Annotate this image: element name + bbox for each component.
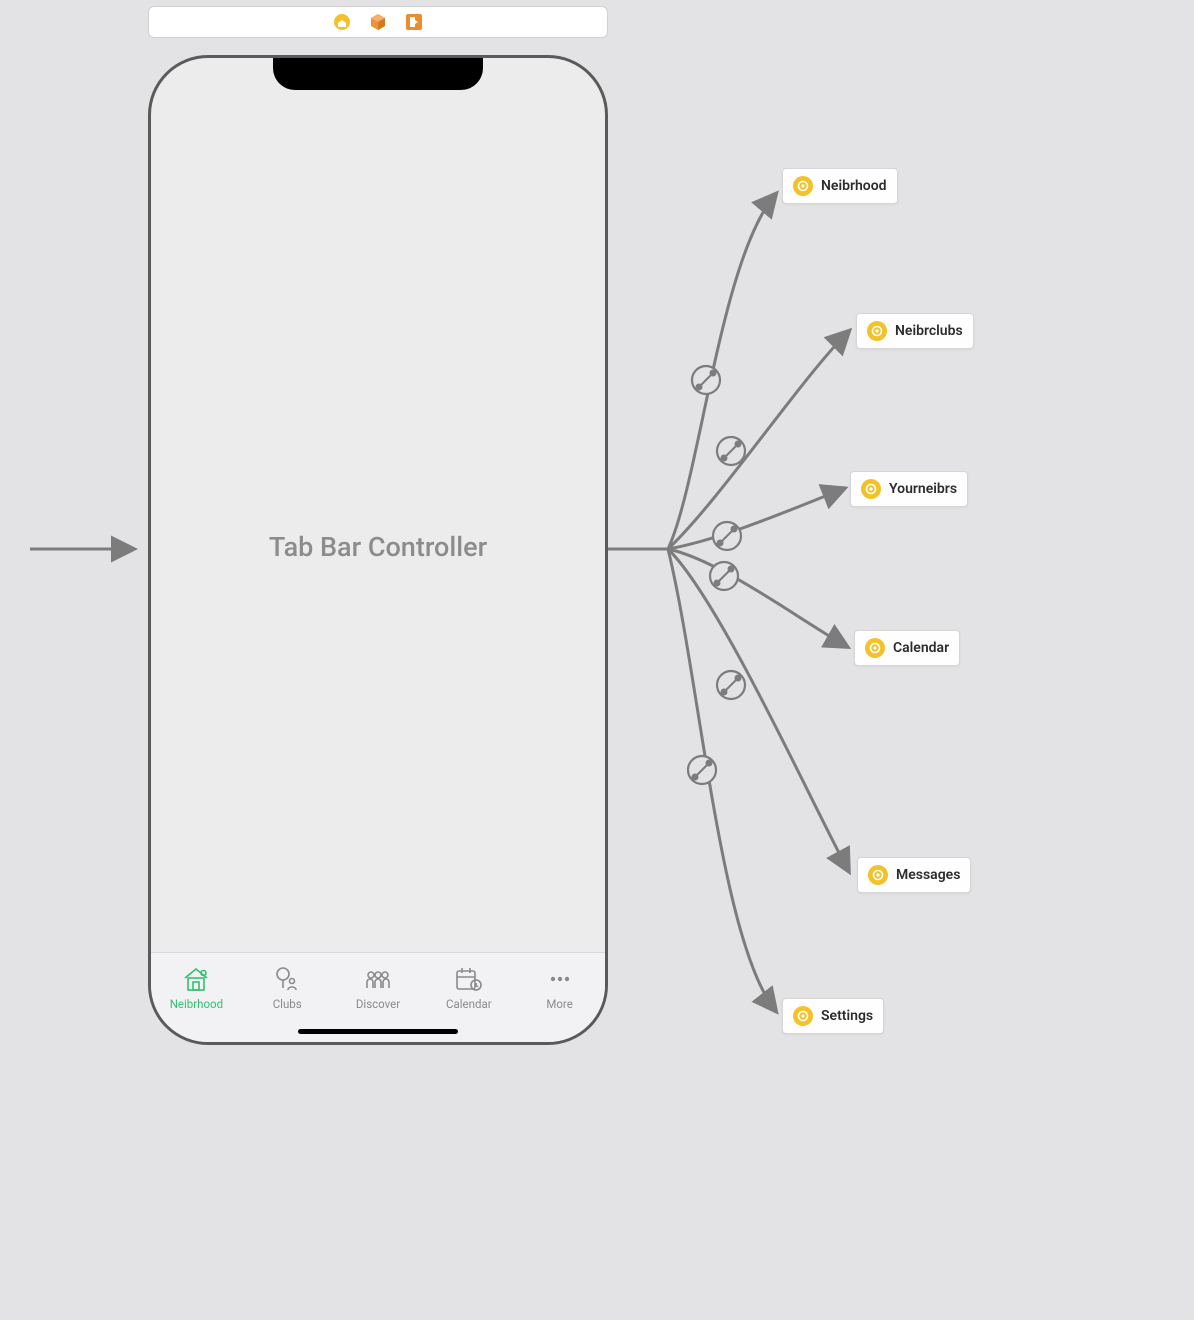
- tab-label: Calendar: [446, 997, 492, 1011]
- home-indicator: [298, 1029, 458, 1034]
- tab-label: Clubs: [273, 997, 302, 1011]
- scene-ref-calendar[interactable]: Calendar: [854, 630, 960, 666]
- scene-toolbar[interactable]: [148, 6, 608, 38]
- tab-discover[interactable]: Discover: [333, 953, 424, 1022]
- calendar-clock-icon: [454, 965, 484, 993]
- scene-ref-neibrhood[interactable]: Neibrhood: [782, 168, 898, 204]
- view-controller-icon: [793, 1006, 813, 1026]
- tab-clubs[interactable]: Clubs: [242, 953, 333, 1022]
- scene-ref-neibrclubs[interactable]: Neibrclubs: [856, 313, 974, 349]
- tree-people-icon: [272, 965, 302, 993]
- scene-ref-settings[interactable]: Settings: [782, 998, 884, 1034]
- tab-more[interactable]: More: [514, 953, 605, 1022]
- scene-ref-messages[interactable]: Messages: [857, 857, 971, 893]
- view-controller-icon: [867, 321, 887, 341]
- scene-ref-label: Messages: [896, 867, 960, 883]
- storyboard-home-icon[interactable]: [332, 12, 352, 32]
- scene-ref-label: Neibrclubs: [895, 323, 963, 339]
- scene-ref-label: Calendar: [893, 640, 949, 656]
- view-controller-icon: [861, 479, 881, 499]
- exit-scene-icon[interactable]: [404, 12, 424, 32]
- tab-label: Neibrhood: [170, 997, 223, 1011]
- view-controller-icon: [793, 176, 813, 196]
- tab-label: Discover: [356, 997, 400, 1011]
- notch: [273, 56, 483, 90]
- scene-ref-label: Yourneibrs: [889, 481, 957, 497]
- tab-neibrhood[interactable]: Neibrhood: [151, 953, 242, 1022]
- tab-bar-controller-scene[interactable]: Tab Bar Controller Neibrhood: [148, 55, 608, 1045]
- tab-calendar[interactable]: Calendar: [423, 953, 514, 1022]
- view-controller-icon: [865, 638, 885, 658]
- view-controller-icon: [868, 865, 888, 885]
- tab-label: More: [546, 997, 573, 1011]
- scene-ref-yourneibrs[interactable]: Yourneibrs: [850, 471, 968, 507]
- more-dots-icon: [545, 965, 575, 993]
- cube-3d-icon[interactable]: [368, 12, 388, 32]
- scene-ref-label: Settings: [821, 1008, 873, 1024]
- house-icon: [181, 965, 211, 993]
- controller-title: Tab Bar Controller: [269, 531, 487, 563]
- scene-ref-label: Neibrhood: [821, 178, 887, 194]
- people-group-icon: [363, 965, 393, 993]
